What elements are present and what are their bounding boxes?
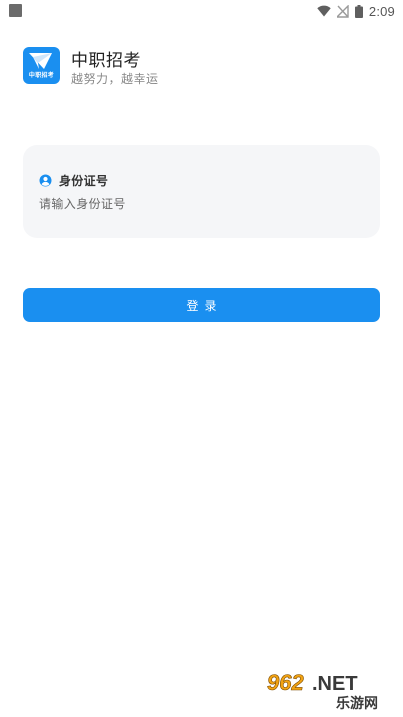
id-label-row: 身份证号: [39, 172, 108, 189]
no-signal-icon: [336, 4, 349, 18]
app-slogan: 越努力，越幸运: [71, 72, 159, 86]
id-number-label: 身份证号: [59, 174, 109, 188]
app-logo: 中职招考: [23, 47, 60, 84]
app-logo-text: 中职招考: [28, 72, 55, 79]
svg-text:962: 962: [267, 670, 304, 695]
watermark-logo: 962 .NET 乐游网: [264, 668, 398, 712]
user-icon: [39, 174, 52, 187]
status-time: 2:09: [368, 3, 395, 19]
id-number-input[interactable]: [39, 193, 359, 215]
wifi-icon: [317, 5, 331, 17]
id-number-field: 身份证号: [23, 145, 380, 238]
svg-text:乐游网: 乐游网: [336, 695, 378, 712]
svg-text:.NET: .NET: [312, 673, 358, 695]
login-button[interactable]: 登录: [23, 288, 380, 322]
status-bar: 2:09: [0, 0, 403, 22]
battery-icon: [354, 4, 363, 18]
app-name: 中职招考: [71, 51, 141, 71]
notification-square-icon: [9, 4, 22, 17]
status-icons: 2:09: [317, 3, 395, 19]
